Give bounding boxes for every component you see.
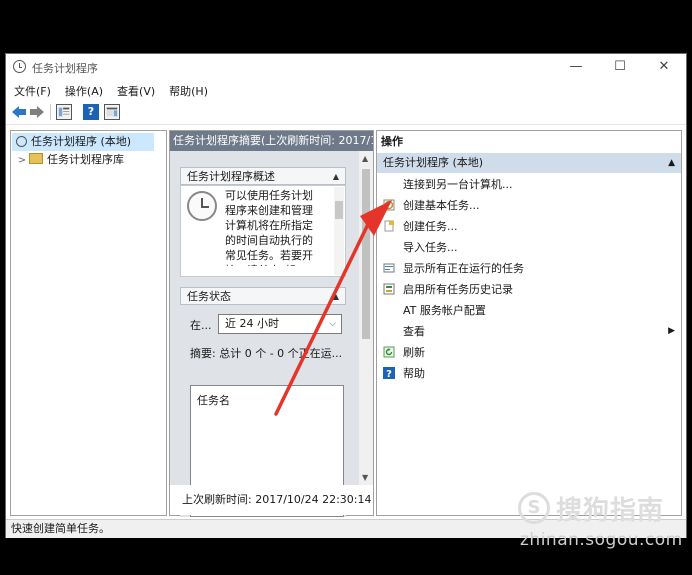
red-arrow-icon — [274, 214, 374, 416]
watermark-brand: 搜狗指南 — [556, 496, 665, 526]
sogou-logo-icon: S — [518, 492, 550, 524]
watermark-url: zhinan.sogou.com — [520, 530, 683, 550]
annotation-arrow-layer — [274, 200, 392, 416]
